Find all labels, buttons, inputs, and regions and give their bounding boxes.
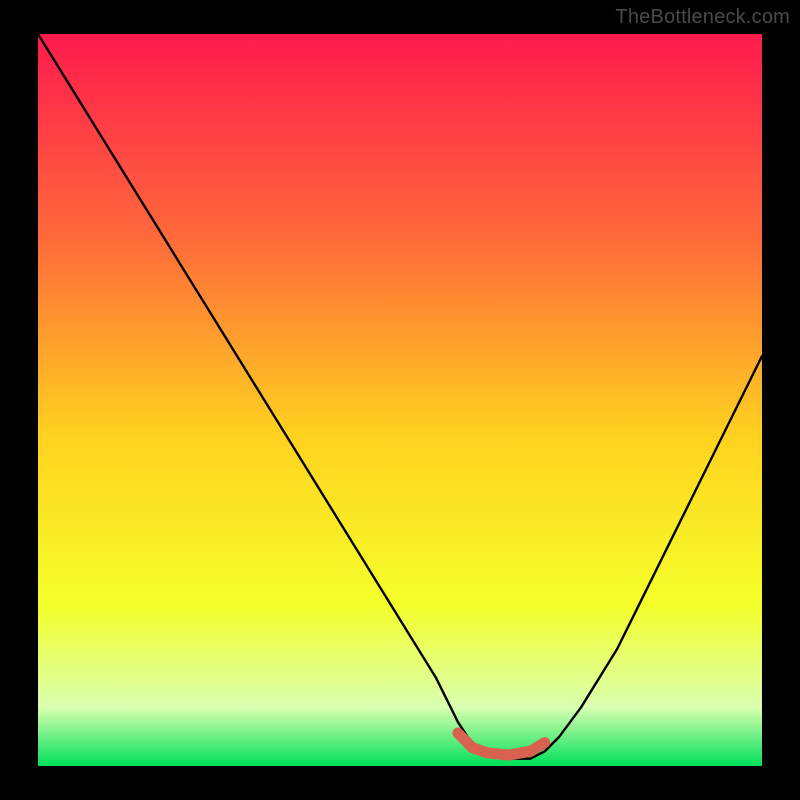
chart-svg (38, 34, 762, 766)
chart-plot-area (38, 34, 762, 766)
watermark-text: TheBottleneck.com (615, 6, 790, 29)
gradient-background (38, 34, 762, 766)
chart-frame: TheBottleneck.com (0, 0, 800, 800)
